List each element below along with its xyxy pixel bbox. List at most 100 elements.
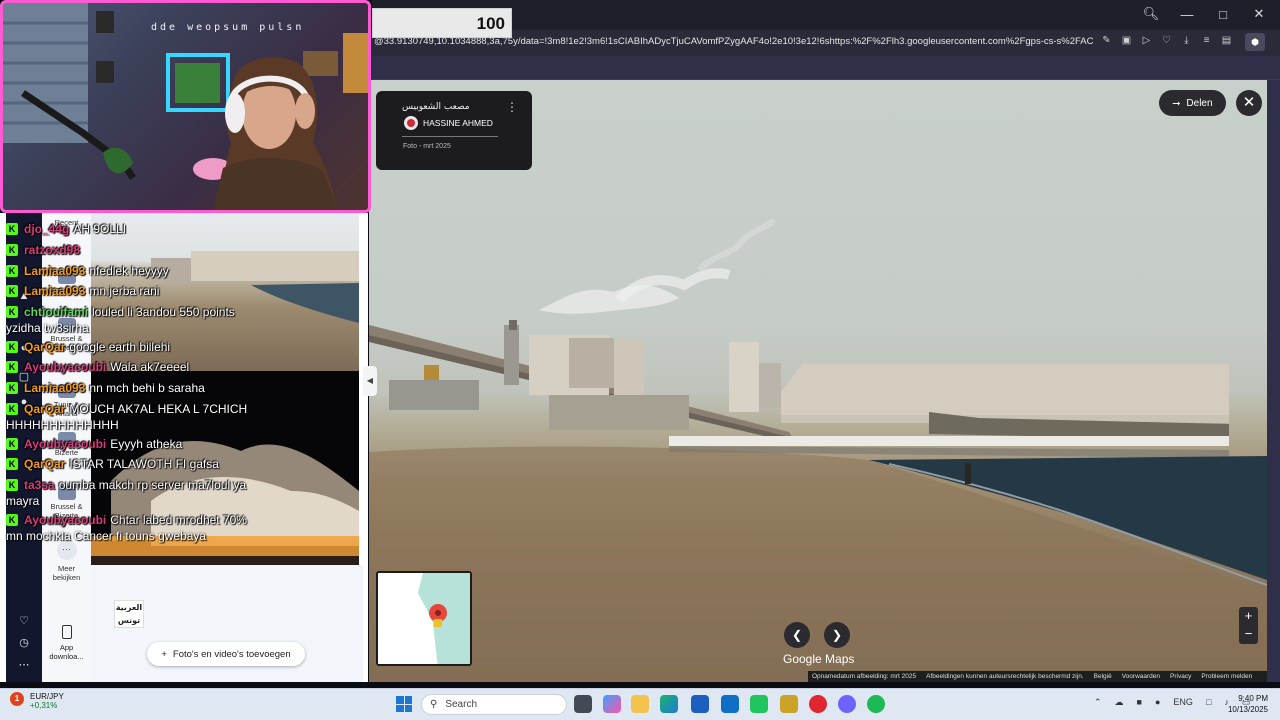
url-text[interactable]: @33.9130749,10.1034888,3a,75y/data=!3m8!… [374,36,1094,50]
contributor-avatar[interactable] [404,116,418,130]
download-icon[interactable]: ⤓ [1180,34,1193,48]
chat-message: Kratzoxd98 [6,243,84,257]
previous-photo-button[interactable]: ❮ [784,622,810,648]
chat-message: K QarQar ISTAR TALAWOTH FI gafsa [6,457,219,471]
search-icon[interactable]: 🔍︎ [1143,6,1160,22]
chat-text: Chtar labed mrodhet 70% [110,513,247,527]
chat-text: louled li 3andou 550 points [92,305,235,319]
share-button[interactable]: ⭢ Delen [1159,90,1226,116]
kick-icon: K [6,341,18,353]
more-options-icon[interactable]: ⋮ [506,100,518,114]
maximize-button[interactable]: □ [1216,6,1230,22]
minimap[interactable] [376,571,472,666]
taskbar-search[interactable]: ⚲ Search [421,694,567,715]
privacy-link[interactable]: Privacy [1170,673,1191,680]
notification-badge: 1 [10,692,24,706]
language-indicator[interactable]: ENG [1173,697,1193,708]
chat-username: QarQar [24,402,66,416]
next-photo-button[interactable]: ❯ [824,622,850,648]
kick-icon: K [6,244,18,256]
kick-icon: K [6,438,18,450]
contributor-name[interactable]: HASSINE AHMED [423,118,493,128]
street-view-photo[interactable] [369,80,1267,682]
wallet-icon[interactable]: ▤ [1220,34,1233,48]
kick-icon: K [6,403,18,415]
chat-text: nn mch behi b saraha [89,381,205,395]
microphone-icon[interactable]: ● [1155,697,1160,708]
kick-app-icon[interactable] [750,695,768,713]
more-button[interactable]: ⋯ Meer bekijken [44,540,89,582]
menu-icon[interactable]: ≡ [1200,34,1213,48]
chat-text: Eyyyh atheka [110,437,183,451]
camera-icon[interactable]: ▣ [1120,34,1133,48]
zoom-in-button[interactable]: + [1239,607,1258,625]
right-edge [1267,80,1280,682]
chat-message: K QarQar MOUCH AK7AL HEKA L 7CHICH [6,402,247,416]
app-download-button[interactable]: App downloa... [44,625,89,661]
divider [402,136,498,137]
file-explorer-icon[interactable] [631,695,649,713]
terms-link[interactable]: Voorwaarden [1122,673,1160,680]
chat-message: Kchtiouifami louled li 3andou 550 points [6,305,235,319]
copilot-icon[interactable] [603,695,621,713]
kick-icon: K [6,382,18,394]
display-icon[interactable]: □ [1206,697,1211,708]
clock[interactable]: 9:40 PM 10/13/2025 [1222,693,1268,715]
chat-message: Kdjo_44g AH 9OLLI [6,222,126,236]
windows-start-icon[interactable] [396,696,412,712]
google-maps-brand: Google Maps [783,652,855,666]
chat-text: MOUCH AK7AL HEKA L 7CHICH [69,402,248,416]
store-icon[interactable] [691,695,709,713]
phone-icon [61,625,72,639]
chat-continuation: mn mochkla Cancer fi touns gwebaya [6,529,207,543]
heart-icon[interactable]: ♡ [1160,34,1173,48]
chat-text: ISTAR TALAWOTH FI gafsa [69,457,219,471]
opera-icon[interactable] [809,695,827,713]
kick-icon: K [6,285,18,297]
favorites-heart-icon[interactable]: ♡ [14,614,34,630]
chat-username: chtiouifami [24,305,89,319]
chat-username: QarQar [24,340,66,354]
map-footer: Opnamedatum afbeelding: mrt 2025 Afbeeld… [808,671,1267,682]
photo-date: Foto - mrt 2025 [403,143,451,150]
sticky-notes-icon[interactable] [780,695,798,713]
chat-username: Ayoubyacoubi [24,437,107,451]
edge-icon[interactable] [660,695,678,713]
minimize-button[interactable]: — [1180,6,1194,22]
widget-ticker[interactable]: 1 EUR/JPY +0,31% [10,692,64,710]
kick-icon: K [6,514,18,526]
task-view-icon[interactable] [574,695,592,713]
add-photos-videos-button[interactable]: + Foto's en video's toevoegen [147,642,305,666]
onedrive-icon[interactable]: ☁ [1115,697,1124,708]
network-icon[interactable]: ■ [1137,697,1142,708]
kick-icon: K [6,306,18,318]
chat-text: mn jerba rani [89,284,160,298]
chat-username: djo_44g [24,222,70,236]
extension-cube-icon[interactable]: ⬢ [1245,33,1265,51]
chat-message: K Lamiaa093 mn jerba rani [6,284,159,298]
report-problem-link[interactable]: Probleem melden [1201,673,1252,680]
edit-icon[interactable]: ✎ [1100,34,1113,48]
close-window-button[interactable]: ✕ [1252,6,1266,22]
outlook-icon[interactable] [721,695,739,713]
chat-message: K Lamiaa093 nn mch behi b saraha [6,381,205,395]
region-link[interactable]: België [1094,673,1112,680]
chat-username: Ayoubyacoubi [24,360,107,374]
webcam-overlay-text: dde weopsum pulsn [151,22,305,33]
collapse-panel-button[interactable]: ◀ [363,366,377,396]
chat-username: ratzoxd98 [24,243,81,257]
close-icon[interactable]: ✕ [1236,90,1262,116]
clock-time: 9:40 PM [1238,694,1268,703]
discord-icon[interactable] [838,695,856,713]
spotify-taskbar-icon[interactable] [867,695,885,713]
desktop: 🔍︎ — □ ✕ 100 @33.9130749,10.1034888,3a,7… [0,0,1280,720]
chat-message: K QarQar google earth billehi [6,340,170,354]
more-dots-icon[interactable]: ⋯ [14,658,34,674]
zoom-out-button[interactable]: − [1239,625,1258,643]
history-clock-icon[interactable]: ◷ [14,636,34,652]
tray-overflow-icon[interactable]: ⌃ [1094,697,1102,708]
play-icon[interactable]: ▷ [1140,34,1153,48]
plus-icon: + [161,648,167,660]
kick-icon: K [6,361,18,373]
window-controls: 🔍︎ — □ ✕ [1143,6,1266,22]
